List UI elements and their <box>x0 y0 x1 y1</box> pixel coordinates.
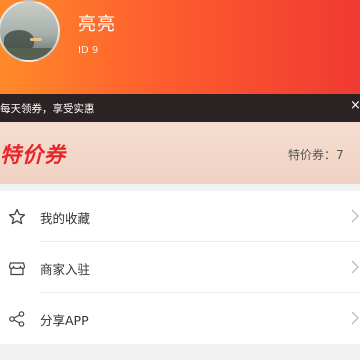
user-id: ID 9 <box>78 45 99 56</box>
promo-bar[interactable]: 每天领券，享受实惠 × <box>0 94 360 122</box>
coupon-title: 特价券 <box>0 143 66 167</box>
coupon-banner[interactable]: 特价券 特价券：7 <box>0 122 360 184</box>
close-icon[interactable]: × <box>350 99 360 113</box>
chevron-right-icon <box>351 209 359 223</box>
menu-list: 我的收藏 商家入驻 分享APP <box>0 191 360 344</box>
avatar[interactable] <box>0 0 60 62</box>
menu-item-share[interactable]: 分享APP <box>0 293 360 344</box>
chevron-right-icon <box>351 311 359 325</box>
menu-item-favorites[interactable]: 我的收藏 <box>0 191 360 242</box>
profile-header: 亮亮 ID 9 <box>0 0 360 94</box>
menu-item-merchant[interactable]: 商家入驻 <box>0 242 360 293</box>
chevron-right-icon <box>351 260 359 274</box>
menu-item-label: 我的收藏 <box>40 211 91 226</box>
avatar-ground-shape <box>0 48 58 60</box>
menu-item-label: 分享APP <box>40 313 89 328</box>
coupon-count: 特价券：7 <box>288 148 344 162</box>
menu-item-label: 商家入驻 <box>40 262 91 277</box>
star-icon <box>8 208 26 225</box>
promo-text: 每天领券，享受实惠 <box>0 103 95 115</box>
user-name: 亮亮 <box>78 14 116 35</box>
share-icon <box>9 311 25 327</box>
avatar-sun-shape <box>30 38 42 41</box>
store-icon <box>8 262 26 276</box>
